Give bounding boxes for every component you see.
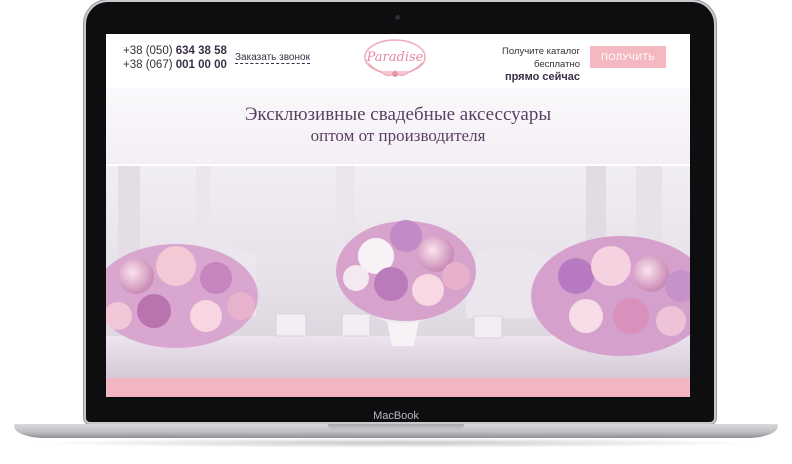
phone-1[interactable]: +38 (050) 634 38 58 [123, 44, 227, 58]
phone-1-number: 634 38 58 [175, 45, 227, 57]
phone-1-prefix: +38 (050) [123, 45, 173, 57]
phone-list: +38 (050) 634 38 58 +38 (067) 001 00 00 [123, 44, 227, 72]
catalog-line-1: Получите каталог бесплатно [502, 46, 580, 70]
phone-2-prefix: +38 (067) [123, 59, 173, 71]
phone-2-number: 001 00 00 [175, 59, 227, 71]
site-header: +38 (050) 634 38 58 +38 (067) 001 00 00 … [106, 34, 690, 88]
catalog-line-2: прямо сейчас [504, 71, 580, 83]
hero-title-line-1: Эксклюзивные свадебные аксессуары [244, 104, 552, 125]
scallop-border [106, 152, 690, 163]
camera-icon [395, 15, 400, 20]
hero-photo [106, 166, 690, 378]
device-brand-label: MacBook [373, 410, 419, 422]
laptop-shadow [30, 438, 762, 448]
phone-2[interactable]: +38 (067) 001 00 00 [123, 58, 227, 72]
browser-screen: +38 (050) 634 38 58 +38 (067) 001 00 00 … [106, 34, 690, 397]
laptop-notch [328, 424, 464, 430]
logo-text: Paradise [366, 50, 424, 65]
get-catalog-button[interactable]: ПОЛУЧИТЬ [590, 46, 666, 68]
callback-link[interactable]: Заказать звонок [235, 52, 310, 64]
pink-strip [106, 378, 690, 397]
hero-title-line-2: оптом от производителя [310, 126, 486, 145]
catalog-offer: Получите каталог бесплатно прямо сейчас [454, 45, 580, 84]
paradise-logo[interactable]: Paradise [362, 37, 428, 81]
